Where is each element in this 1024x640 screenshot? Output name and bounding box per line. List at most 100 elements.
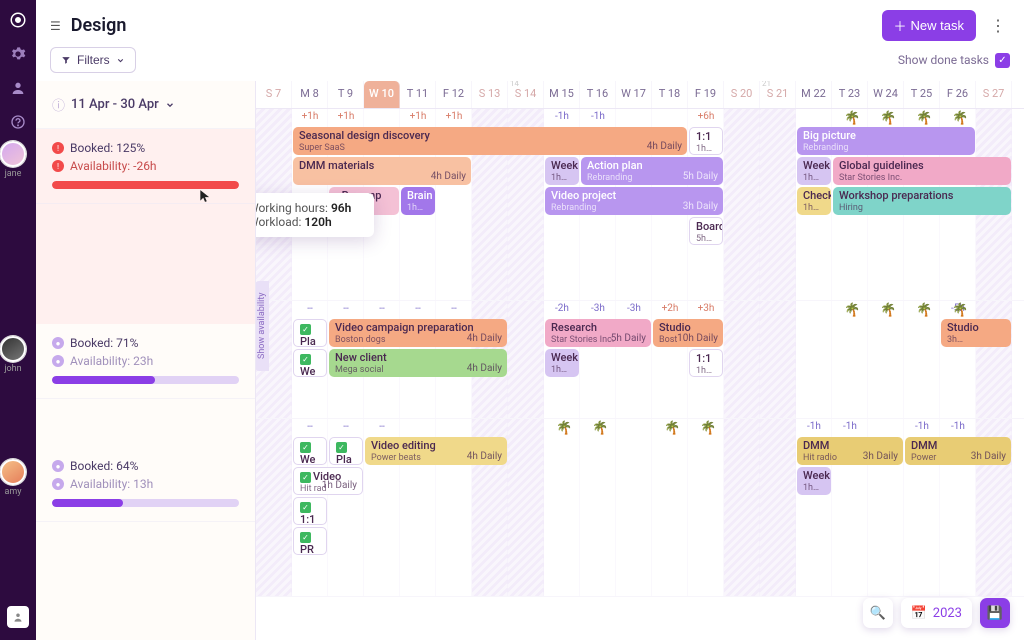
gear-icon[interactable] (8, 44, 28, 64)
day-header-cell[interactable]: W 10 (364, 81, 400, 108)
person-card-amy[interactable]: ●Booked: 64% ●Availability: 13h (36, 447, 255, 522)
day-header-cell[interactable]: W 24 (868, 81, 904, 108)
day-header-cell[interactable]: M 15 (544, 81, 580, 108)
year-selector[interactable]: 📅 2023 (901, 598, 972, 628)
orbit-icon[interactable] (8, 10, 28, 30)
day-header-cell[interactable]: M 22 (796, 81, 832, 108)
task-block[interactable]: 1:11h… (689, 127, 723, 155)
hours-delta (760, 109, 796, 127)
task-block[interactable]: DMMPower3h Daily (905, 437, 1011, 465)
task-block[interactable]: Workshop preparationsHiring (833, 187, 1011, 215)
hours-delta: +6h (688, 109, 724, 127)
person-card-john[interactable]: ●Booked: 71% ●Availability: 23h (36, 324, 255, 399)
more-menu-button[interactable]: ⋮ (986, 12, 1010, 40)
save-view-button[interactable]: 💾 (980, 598, 1010, 628)
task-block[interactable]: Video projectRebranding3h Daily (545, 187, 723, 215)
hours-delta: -1h (544, 109, 580, 127)
topbar: ☰ Design ＋ New task ⋮ (36, 0, 1024, 47)
day-header-cell[interactable]: F 26 (940, 81, 976, 108)
avatar[interactable] (0, 459, 26, 485)
vacation-icon: 🌴 (952, 303, 968, 318)
task-block[interactable]: 1:11h… (689, 349, 723, 377)
task-block[interactable]: ✓1:1 (293, 497, 327, 525)
new-task-button[interactable]: ＋ New task (882, 10, 976, 41)
task-block[interactable]: Seasonal design discoverySuper SaaS4h Da… (293, 127, 687, 155)
person-name: jane (0, 169, 26, 179)
task-block[interactable]: Video campaign preparationBoston dogs4h … (329, 319, 507, 347)
people-icon[interactable] (8, 78, 28, 98)
day-header-cell[interactable]: T 11 (400, 81, 436, 108)
hours-delta: -3h (616, 301, 652, 319)
day-header-cell[interactable]: T 23 (832, 81, 868, 108)
day-header-cell[interactable]: S 27 (976, 81, 1012, 108)
task-block[interactable]: Check1h… (797, 187, 831, 215)
day-header-cell[interactable]: M 8 (292, 81, 328, 108)
date-range-selector[interactable]: ⓘ 11 Apr - 30 Apr (36, 81, 255, 129)
task-block[interactable]: ✓We1h… (293, 349, 327, 377)
day-header-cell[interactable]: T 9 (328, 81, 364, 108)
show-done-toggle[interactable]: Show done tasks ✓ (898, 53, 1010, 68)
task-block[interactable]: ResearchStar Stories Inc.5h Daily (545, 319, 651, 347)
vacation-icon: 🌴 (556, 421, 572, 436)
clock-icon: ● (52, 478, 64, 490)
avatar[interactable] (0, 336, 26, 362)
vacation-icon: 🌴 (844, 303, 860, 318)
alert-icon: ! (52, 142, 64, 154)
task-block[interactable]: ✓PR (293, 527, 327, 555)
day-header-cell[interactable]: S 2121 (760, 81, 796, 108)
task-block[interactable]: Week1h… (545, 157, 579, 185)
hours-delta: +1h (436, 109, 472, 127)
task-block[interactable]: Board5h… (689, 217, 723, 245)
task-block[interactable]: Big pictureRebranding (797, 127, 975, 155)
task-block[interactable]: ✓Pla2h… (329, 437, 363, 465)
show-availability-tab[interactable]: Show availability (256, 281, 269, 371)
task-block[interactable]: Week1h… (797, 157, 831, 185)
task-block[interactable]: ✓VideoHit rad1h Daily (293, 467, 363, 495)
hours-delta: -3h (580, 301, 616, 319)
task-block[interactable]: Studio3h… (941, 319, 1011, 347)
day-header-cell[interactable]: W 17 (616, 81, 652, 108)
hamburger-icon[interactable]: ☰ (50, 19, 61, 33)
day-header-cell[interactable]: F 19 (688, 81, 724, 108)
hours-delta: -- (364, 301, 400, 319)
workload-bar (52, 181, 239, 189)
day-header-cell[interactable]: S 13 (472, 81, 508, 108)
task-block[interactable]: Brain1h… (401, 187, 435, 215)
day-header-cell[interactable]: F 12 (436, 81, 472, 108)
task-block[interactable]: Video editingPower beats4h Daily (365, 437, 507, 465)
task-block[interactable]: ✓Pla7h… (293, 319, 327, 347)
day-header-cell[interactable]: S 1414 (508, 81, 544, 108)
day-header-cell[interactable]: S 20 (724, 81, 760, 108)
hours-delta (616, 109, 652, 127)
task-block[interactable]: ✓We1h… (293, 437, 327, 465)
task-block[interactable]: StudioBost10h Daily (653, 319, 723, 347)
task-block[interactable]: DMMHit radio3h Daily (797, 437, 903, 465)
task-block[interactable]: Action planRebranding5h Daily (581, 157, 723, 185)
vacation-icon: 🌴 (916, 303, 932, 318)
hours-delta (724, 419, 760, 437)
hours-delta (508, 419, 544, 437)
hours-delta (364, 109, 400, 127)
zoom-button[interactable]: 🔍 (863, 598, 893, 628)
hours-delta: -1h (940, 419, 976, 437)
day-header-cell[interactable]: T 25 (904, 81, 940, 108)
task-block[interactable]: Week1h… (797, 467, 831, 495)
day-header-cell[interactable]: T 18 (652, 81, 688, 108)
task-block[interactable]: DMM materials4h Daily (293, 157, 471, 185)
hours-delta (472, 419, 508, 437)
help-icon[interactable] (8, 112, 28, 132)
day-header-cell[interactable]: T 16 (580, 81, 616, 108)
workload-tooltip: Working hours: 96h Workload: 120h (256, 193, 374, 237)
person-card-jane[interactable]: !Booked: 125% !Availability: -26h (36, 129, 255, 204)
hours-delta (472, 109, 508, 127)
task-block[interactable]: New clientMega social4h Daily (329, 349, 507, 377)
filters-button[interactable]: Filters (50, 47, 136, 73)
task-block[interactable]: Week1h… (545, 349, 579, 377)
alert-icon: ! (52, 160, 64, 172)
hours-delta (508, 109, 544, 127)
avatar[interactable] (0, 141, 26, 167)
check-icon: ✓ (300, 472, 311, 483)
day-header-cell[interactable]: S 7 (256, 81, 292, 108)
profile-icon[interactable] (7, 606, 29, 628)
task-block[interactable]: Global guidelinesStar Stories Inc. (833, 157, 1011, 185)
